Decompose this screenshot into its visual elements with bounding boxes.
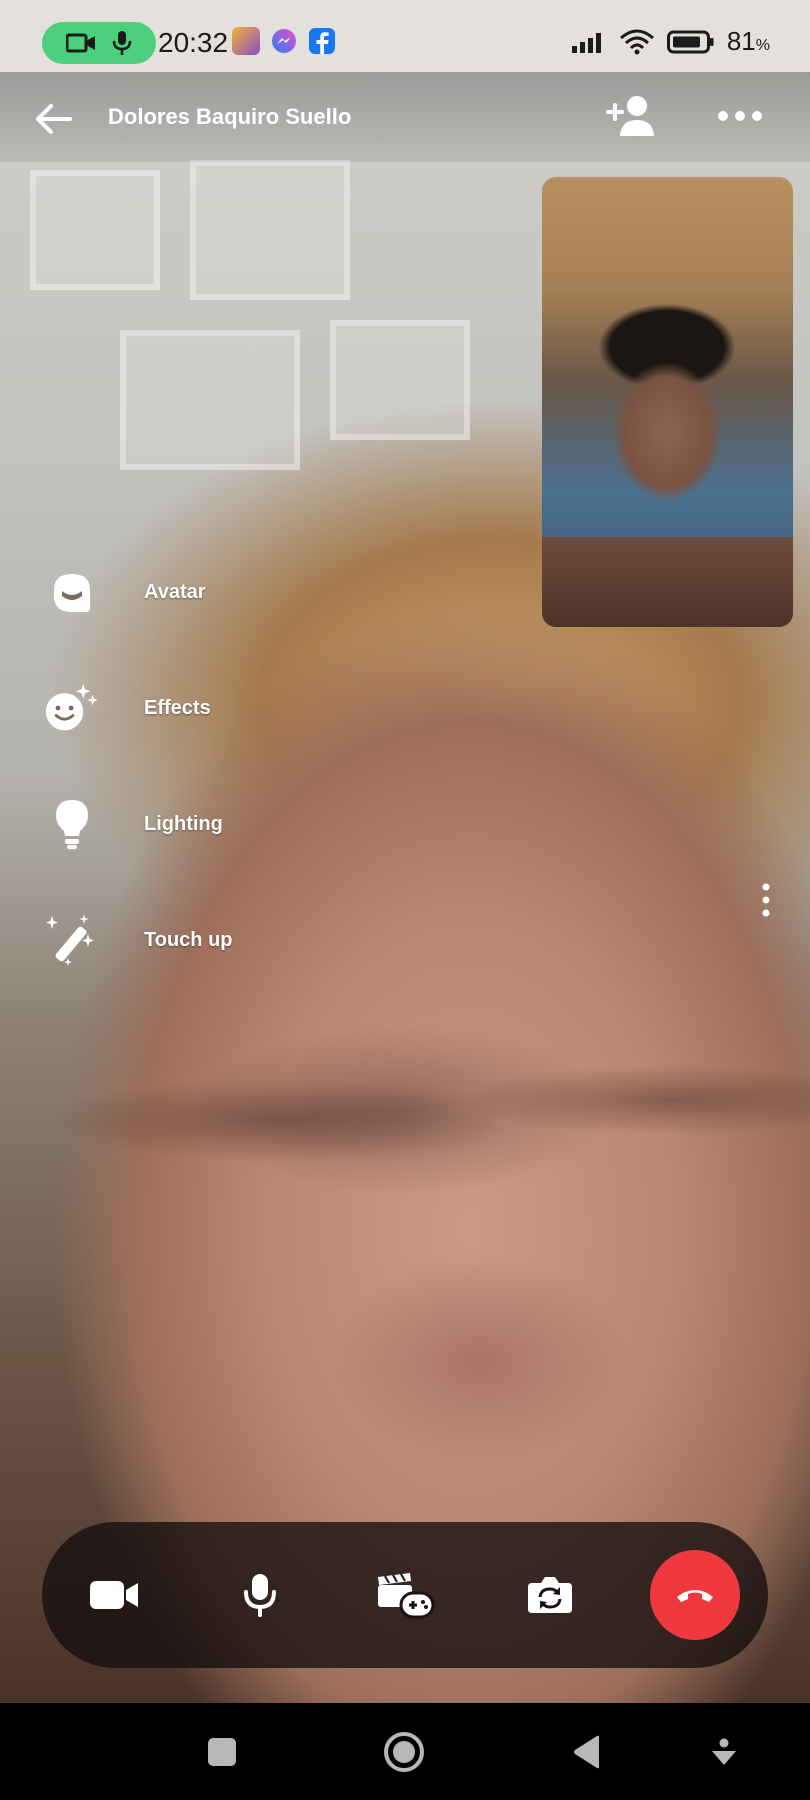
activities-icon xyxy=(378,1573,435,1619)
ceiling-tile xyxy=(330,320,470,440)
ceiling-tile xyxy=(30,170,160,290)
back-arrow-icon xyxy=(36,104,72,134)
home-button[interactable] xyxy=(381,1729,427,1775)
microphone-icon xyxy=(244,1574,276,1617)
self-view-shirt xyxy=(542,537,793,627)
wifi-icon xyxy=(619,29,654,54)
menu-item-effects-label: Effects xyxy=(144,696,211,719)
end-call-button[interactable] xyxy=(650,1550,740,1640)
assistant-icon xyxy=(712,1738,736,1765)
mic-indicator-icon xyxy=(112,31,132,55)
camera-toggle-button[interactable] xyxy=(74,1555,154,1635)
self-view-video[interactable] xyxy=(542,177,793,627)
effects-icon xyxy=(44,680,100,736)
ceiling-tile xyxy=(120,330,300,470)
status-right-cluster: 81% xyxy=(571,26,770,57)
back-triangle-icon xyxy=(574,1735,599,1769)
home-circle-icon xyxy=(384,1732,424,1772)
video-call-indicator-icon xyxy=(66,33,95,53)
recents-square-icon xyxy=(208,1738,236,1766)
game-app-icon xyxy=(232,27,260,55)
flip-camera-icon xyxy=(528,1577,572,1613)
system-nav-bar xyxy=(0,1703,810,1800)
back-button[interactable] xyxy=(30,96,76,142)
signal-icon xyxy=(571,32,601,53)
more-options-button[interactable] xyxy=(716,104,764,128)
assistant-button[interactable] xyxy=(701,1729,747,1775)
camera-icon xyxy=(90,1581,138,1609)
status-time: 20:32 xyxy=(158,27,229,58)
add-person-icon xyxy=(606,96,654,136)
microphone-toggle-button[interactable] xyxy=(220,1555,300,1635)
menu-item-lighting[interactable]: Lighting xyxy=(44,794,223,854)
battery-level: 81% xyxy=(726,26,770,56)
back-button-system[interactable] xyxy=(564,1729,610,1775)
menu-item-touch-up-label: Touch up xyxy=(144,928,233,951)
menu-item-touch-up[interactable]: Touch up xyxy=(44,910,233,970)
battery-icon xyxy=(666,30,714,53)
end-call-icon xyxy=(677,1590,713,1602)
flip-camera-button[interactable] xyxy=(510,1555,590,1635)
more-horizontal-icon xyxy=(718,111,762,121)
call-controls xyxy=(42,1522,768,1668)
ongoing-call-pill[interactable] xyxy=(42,22,156,64)
menu-item-avatar-label: Avatar xyxy=(144,580,206,603)
ceiling-tile xyxy=(190,160,350,300)
magic-wand-icon xyxy=(44,912,100,968)
menu-item-effects[interactable]: Effects xyxy=(44,678,211,738)
call-header: Dolores Baquiro Suello xyxy=(0,72,810,162)
recents-button[interactable] xyxy=(199,1729,245,1775)
lightbulb-icon xyxy=(44,796,100,852)
menu-item-avatar[interactable]: Avatar xyxy=(44,562,206,622)
more-vertical-button[interactable] xyxy=(758,882,774,918)
menu-item-lighting-label: Lighting xyxy=(144,812,223,835)
facebook-icon xyxy=(309,28,335,54)
status-bar: 20:32 81% xyxy=(0,0,810,72)
avatar-icon xyxy=(44,564,100,620)
contact-name: Dolores Baquiro Suello xyxy=(108,104,352,129)
more-vertical-icon xyxy=(762,883,770,917)
messenger-icon xyxy=(272,29,296,53)
add-person-button[interactable] xyxy=(604,92,658,142)
activities-button[interactable] xyxy=(365,1555,445,1635)
